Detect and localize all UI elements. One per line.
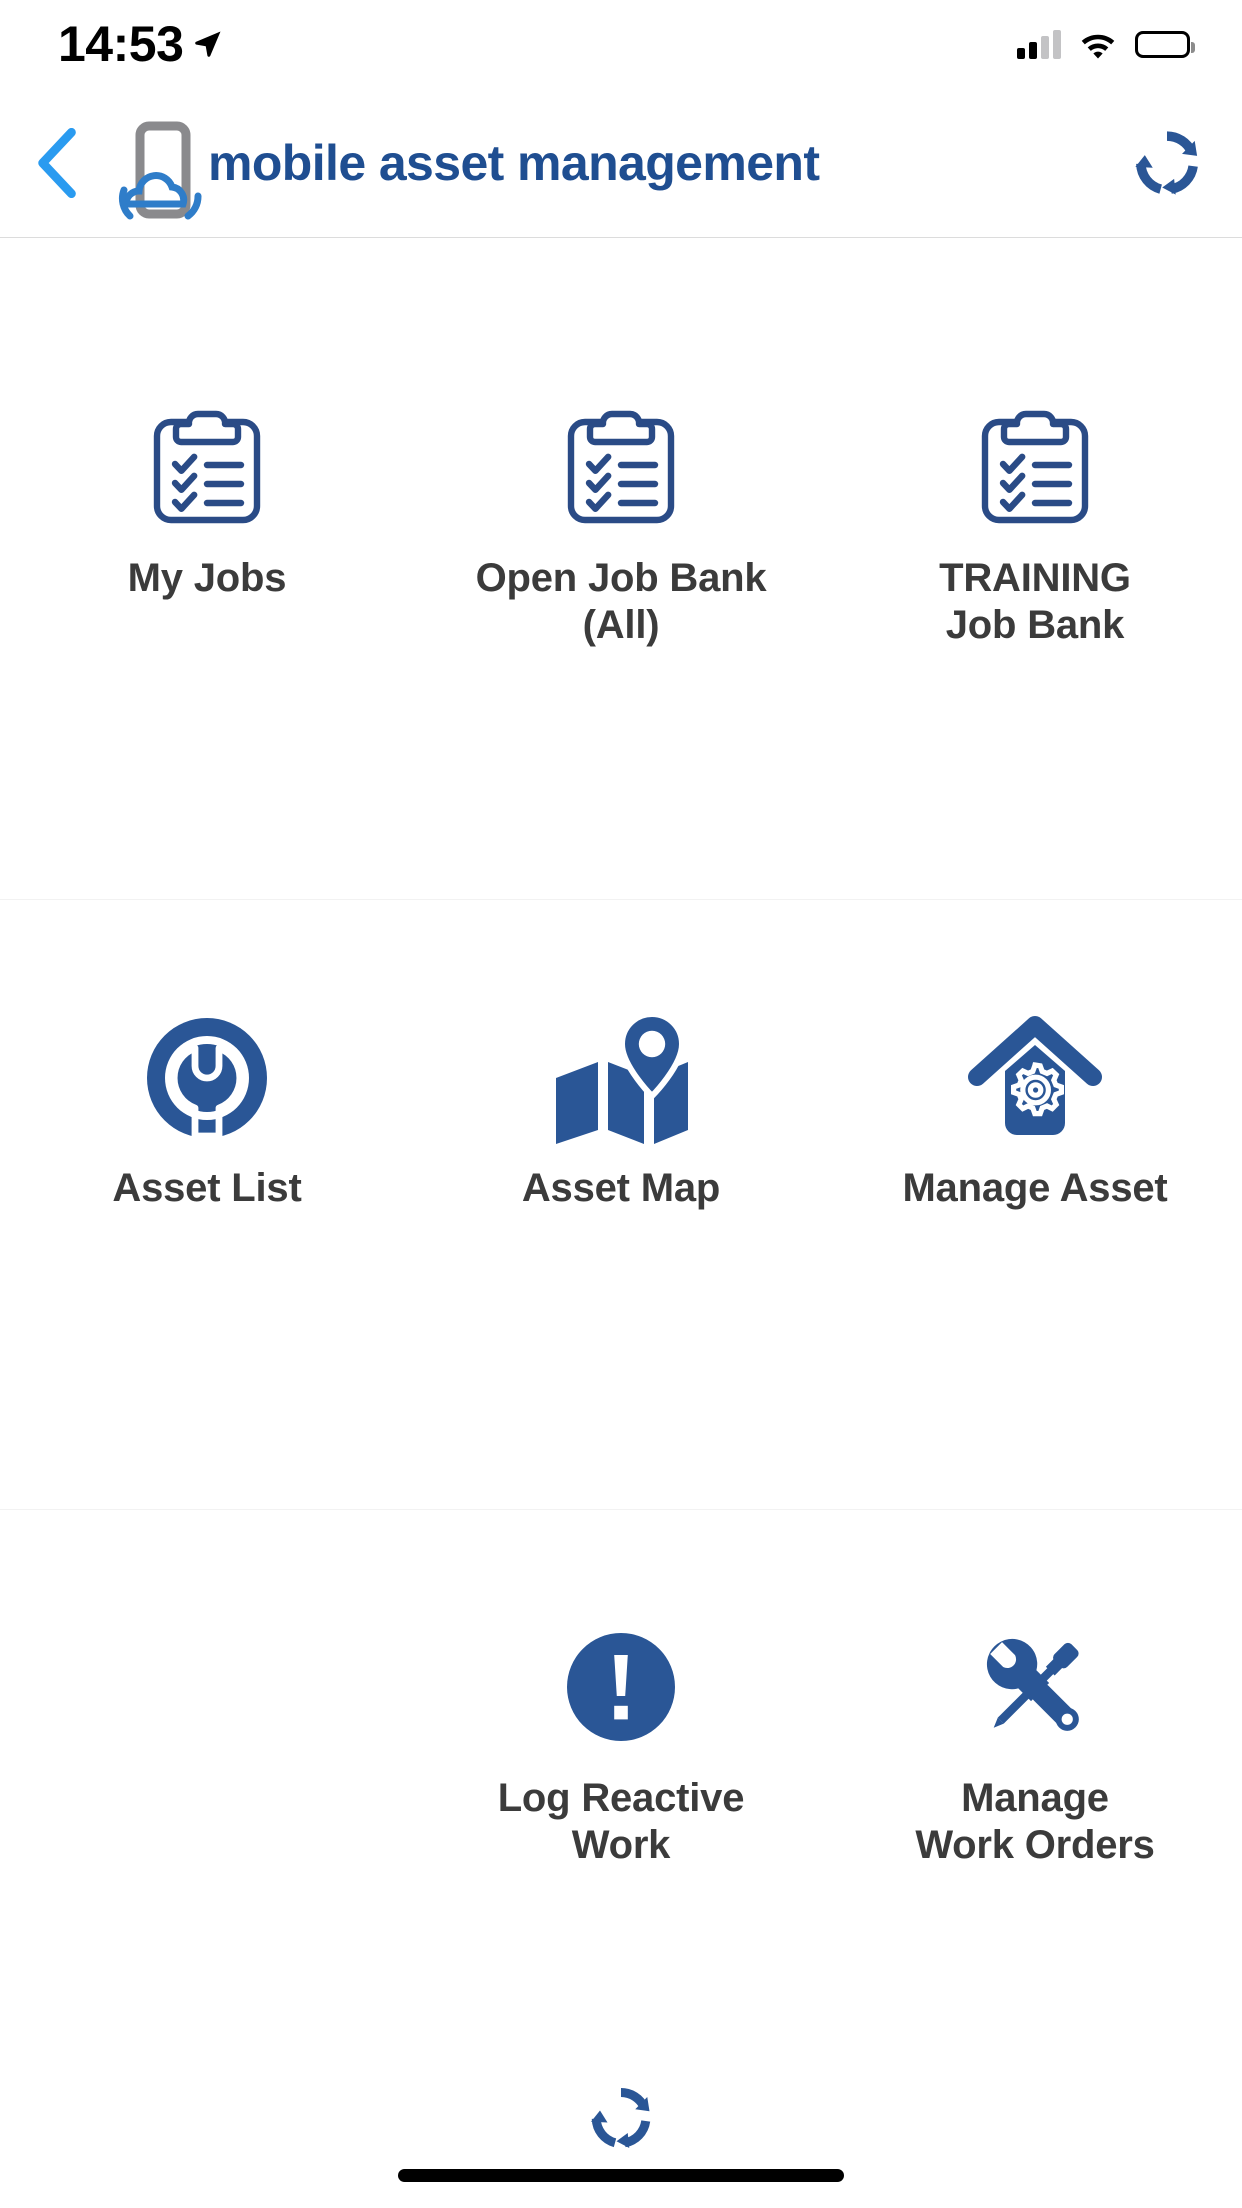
page-title: mobile asset management — [208, 134, 820, 191]
clipboard-checklist-icon — [960, 397, 1110, 537]
menu-tile-label: Manage Asset — [902, 1166, 1168, 1210]
bottom-sync-button[interactable] — [558, 2070, 684, 2166]
menu-row-2: Asset List Asset Map Manage Asset — [0, 999, 1242, 1389]
status-bar-left: 14:53 — [58, 19, 223, 69]
location-arrow-icon — [195, 31, 221, 57]
menu-tile-training-job-bank[interactable]: TRAINING Job Bank — [828, 389, 1242, 779]
menu-tile-label: Asset List — [112, 1166, 302, 1210]
cellular-signal-icon — [1017, 29, 1061, 59]
menu-tile-open-job-bank[interactable]: Open Job Bank (All) — [414, 389, 828, 779]
back-button[interactable] — [0, 88, 116, 238]
menu-tile-manage-work-orders[interactable]: Manage Work Orders — [828, 1609, 1242, 1999]
map-pin-icon — [546, 1007, 696, 1147]
menu-row-3: Log Reactive Work Manage Work Orders — [0, 1609, 1242, 1999]
brand: mobile asset management — [110, 106, 1092, 220]
house-gear-icon — [960, 1007, 1110, 1147]
row-divider — [0, 899, 1242, 900]
menu-tile-empty — [0, 1609, 414, 1999]
sync-refresh-icon — [1135, 130, 1198, 195]
status-bar-right — [1017, 29, 1195, 59]
menu-tile-label: Manage Work Orders — [915, 1776, 1155, 1868]
exclamation-circle-icon — [546, 1617, 696, 1757]
nav-bar: mobile asset management — [0, 88, 1242, 238]
battery-full-icon — [1135, 30, 1195, 58]
wrench-screwdriver-icon — [960, 1617, 1110, 1757]
menu-tile-label: My Jobs — [127, 556, 287, 600]
status-time: 14:53 — [58, 16, 184, 72]
menu-tile-asset-map[interactable]: Asset Map — [414, 999, 828, 1389]
menu-tile-label: TRAINING Job Bank — [939, 556, 1131, 648]
menu-tile-label: Open Job Bank (All) — [475, 556, 767, 648]
gear-wrench-icon — [132, 1007, 282, 1147]
menu-tile-log-reactive-work[interactable]: Log Reactive Work — [414, 1609, 828, 1999]
clipboard-checklist-icon — [546, 397, 696, 537]
wifi-icon — [1081, 34, 1115, 59]
sync-refresh-icon — [591, 2088, 651, 2148]
app-screen: 14:53 mobile asset management My Jobs Op… — [0, 0, 1242, 2208]
menu-tile-label: Log Reactive Work — [497, 1776, 745, 1868]
back-chevron-icon — [38, 127, 76, 198]
home-indicator[interactable] — [398, 2169, 844, 2182]
row-divider — [0, 1509, 1242, 1510]
menu-tile-my-jobs[interactable]: My Jobs — [0, 389, 414, 779]
status-bar: 14:53 — [0, 0, 1242, 88]
menu-tile-asset-list[interactable]: Asset List — [0, 999, 414, 1389]
menu-tile-manage-asset[interactable]: Manage Asset — [828, 999, 1242, 1389]
mobile-cloud-logo-icon — [118, 121, 202, 219]
menu-grid: My Jobs Open Job Bank (All) TRAINING Job… — [0, 239, 1242, 2119]
menu-row-1: My Jobs Open Job Bank (All) TRAINING Job… — [0, 389, 1242, 779]
menu-tile-label: Asset Map — [521, 1166, 721, 1210]
sync-button[interactable] — [1092, 88, 1242, 238]
bottom-bar — [0, 2078, 1242, 2208]
clipboard-checklist-icon — [132, 397, 282, 537]
